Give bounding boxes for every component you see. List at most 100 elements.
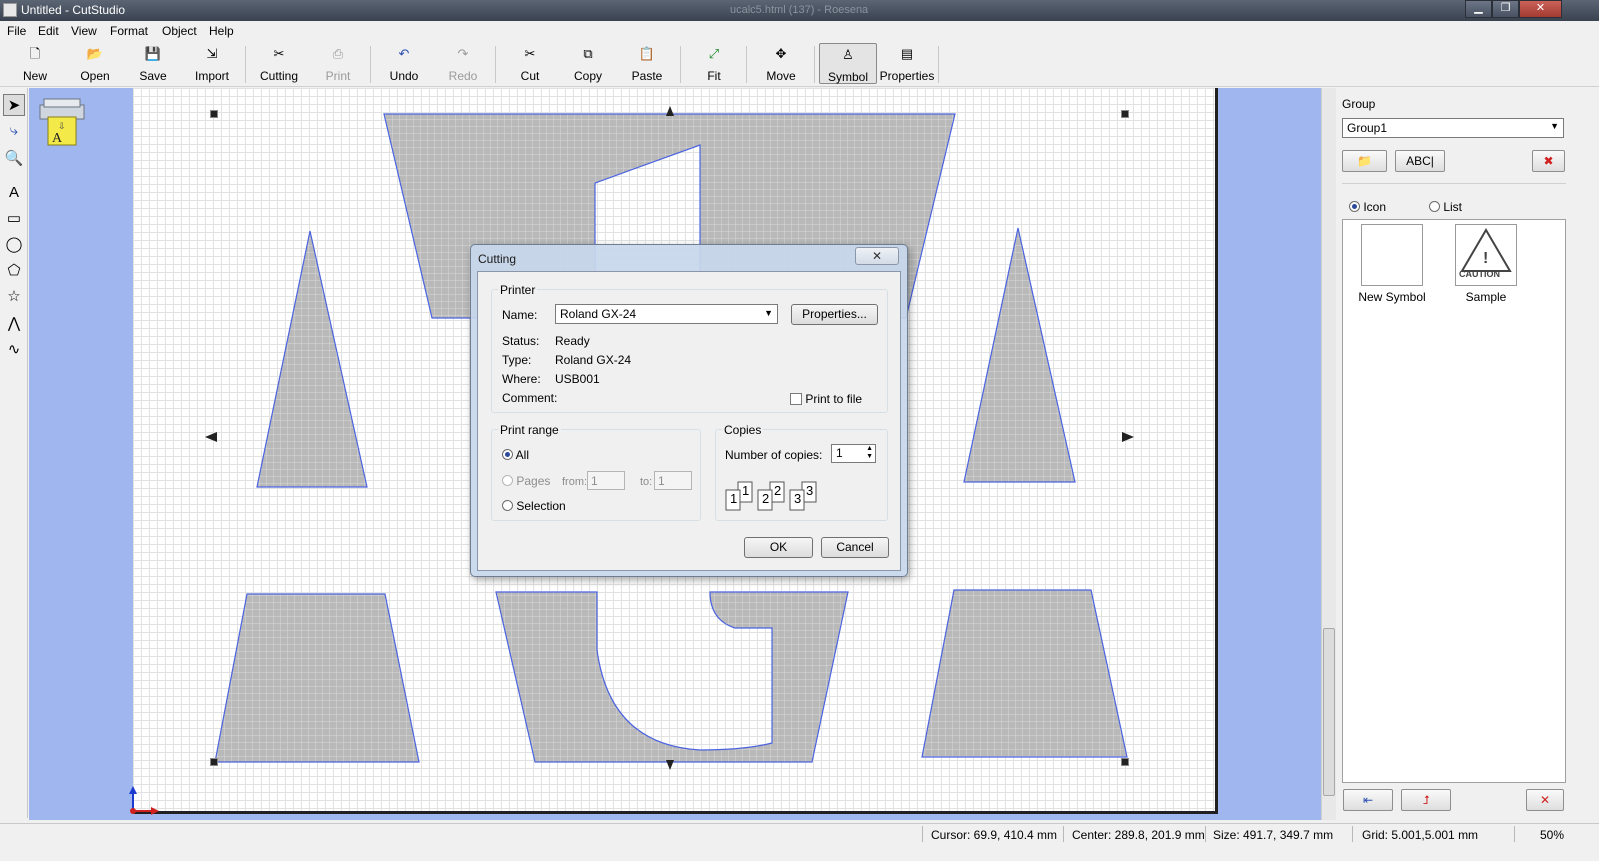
cutter-device-icon[interactable]: A ⇩: [38, 95, 86, 147]
symbol-sample[interactable]: ! CAUTION Sample: [1441, 224, 1531, 304]
range-pages-radio[interactable]: Pages: [502, 474, 550, 488]
view-icon-radio[interactable]: Icon: [1349, 200, 1386, 214]
register-symbol-button[interactable]: ⮥: [1401, 789, 1451, 811]
center-position: Center: 289.8, 201.9 mm: [1072, 828, 1205, 842]
checkbox-unchecked-icon: [790, 393, 802, 405]
symbol-new[interactable]: New Symbol: [1347, 224, 1437, 304]
new-symbol-thumbnail: [1361, 224, 1423, 286]
type-value: Roland GX-24: [555, 353, 632, 367]
symbol-list: New Symbol ! CAUTION Sample: [1342, 219, 1566, 783]
collate-number: 1: [742, 483, 750, 498]
view-list-label: List: [1443, 200, 1463, 214]
status-separator: [1514, 826, 1515, 842]
insert-arrow-icon: ⇤: [1362, 793, 1374, 807]
printer-name-select[interactable]: Roland GX-24 ▼: [555, 304, 778, 324]
type-label: Type:: [502, 353, 532, 367]
panel-divider: [1342, 183, 1566, 184]
to-input[interactable]: 1: [654, 471, 692, 490]
status-separator: [922, 826, 923, 842]
radio-selected-icon: [502, 449, 513, 460]
svg-text:⇩: ⇩: [58, 121, 66, 131]
rename-group-button[interactable]: ABC|: [1395, 150, 1445, 172]
selection-size: Size: 491.7, 349.7 mm: [1213, 828, 1334, 842]
collate-number: 2: [762, 491, 770, 506]
shape-bottom-right-trapezoid: [921, 589, 1128, 758]
delete-folder-icon: ✖: [1543, 154, 1554, 168]
zoom-level: 50%: [1540, 828, 1565, 842]
copies-title: Copies: [722, 423, 764, 437]
copies-label: Number of copies:: [725, 448, 823, 462]
collate-number: 1: [730, 491, 738, 506]
status-bar: Cursor: 69.9, 410.4 mm Center: 289.8, 20…: [0, 823, 1599, 861]
status-label: Status:: [502, 334, 540, 348]
group-select-value: Group1: [1347, 121, 1388, 135]
status-separator: [1063, 826, 1064, 842]
grid-size: Grid: 5.001,5.001 mm: [1362, 828, 1479, 842]
selection-handle[interactable]: [1121, 758, 1129, 766]
minimize-button[interactable]: ▁: [1465, 0, 1492, 18]
spinner-arrows-icon[interactable]: ▲ ▼: [866, 445, 873, 461]
cancel-button[interactable]: Cancel: [821, 537, 889, 558]
origin-y-arrow: [129, 786, 137, 794]
close-button[interactable]: ✕: [1519, 0, 1562, 18]
dialog-title: Cutting: [478, 252, 517, 266]
copies-value: 1: [836, 446, 843, 460]
printer-group-title: Printer: [498, 283, 538, 297]
view-icon-label: Icon: [1363, 200, 1387, 214]
radio-unselected-icon: [1429, 201, 1440, 212]
range-selection-label: Selection: [516, 499, 566, 513]
origin-x-arrow: [151, 807, 159, 815]
shape-bottom-g: [495, 591, 849, 763]
delete-symbol-button[interactable]: ✕: [1526, 789, 1564, 811]
print-to-file-checkbox[interactable]: Print to file: [790, 392, 862, 406]
status-separator: [1352, 826, 1353, 842]
range-all-radio[interactable]: All: [502, 448, 529, 462]
dialog-close-button[interactable]: ✕: [855, 247, 899, 265]
chevron-down-icon: ▼: [764, 308, 773, 318]
vertical-scrollbar[interactable]: [1321, 88, 1336, 820]
status-value: Ready: [555, 334, 590, 348]
shape-left-triangle: [256, 230, 368, 488]
shape-bottom-left-trapezoid: [214, 593, 420, 763]
comment-label: Comment:: [502, 391, 558, 405]
to-label: to:: [640, 476, 653, 488]
radio-unselected-icon: [502, 500, 513, 511]
view-list-radio[interactable]: List: [1429, 200, 1462, 214]
selection-handle[interactable]: [1121, 110, 1129, 118]
symbol-panel: Group Group1 ▼ 📁 ABC| ✖ Icon List New Sy…: [1337, 88, 1599, 820]
right-arrow-marker: [1122, 432, 1134, 442]
insert-symbol-button[interactable]: ⇤: [1343, 789, 1393, 811]
selection-handle[interactable]: [210, 758, 218, 766]
dialog-body: Printer Name: Roland GX-24 ▼ Properties.…: [477, 271, 901, 571]
upload-arrow-icon: ⮥: [1422, 793, 1430, 807]
scrollbar-thumb[interactable]: [1323, 628, 1335, 796]
range-all-label: All: [515, 448, 530, 462]
bottom-arrow-marker: [666, 760, 674, 770]
ok-button[interactable]: OK: [744, 537, 813, 558]
range-selection-radio[interactable]: Selection: [502, 499, 566, 513]
collate-number: 2: [774, 483, 782, 498]
delete-group-button[interactable]: ✖: [1532, 150, 1565, 172]
caution-badge: CAUTION: [1459, 269, 1500, 279]
delete-icon: ✕: [1539, 793, 1551, 807]
group-select[interactable]: Group1 ▼: [1342, 118, 1564, 138]
cursor-position: Cursor: 69.9, 410.4 mm: [931, 828, 1058, 842]
from-input[interactable]: 1: [587, 471, 625, 490]
print-range-title: Print range: [498, 423, 561, 437]
copies-spinner[interactable]: 1 ▲ ▼: [831, 444, 876, 463]
left-arrow-marker: [205, 432, 217, 442]
printer-properties-button[interactable]: Properties...: [791, 304, 878, 325]
symbol-label: Sample: [1465, 290, 1507, 304]
svg-text:A: A: [52, 131, 63, 146]
symbol-label: New Symbol: [1358, 290, 1426, 304]
maximize-button[interactable]: ❐: [1492, 0, 1519, 18]
range-pages-label: Pages: [516, 474, 551, 488]
rename-group-label: ABC|: [1406, 154, 1434, 168]
from-label: from:: [562, 476, 588, 488]
selection-handle[interactable]: [210, 110, 218, 118]
collate-number: 3: [794, 491, 802, 506]
new-folder-button[interactable]: 📁: [1342, 150, 1387, 172]
name-label: Name:: [502, 308, 538, 322]
caution-sign-icon: ! CAUTION: [1455, 224, 1517, 286]
radio-disabled-icon: [502, 475, 513, 486]
